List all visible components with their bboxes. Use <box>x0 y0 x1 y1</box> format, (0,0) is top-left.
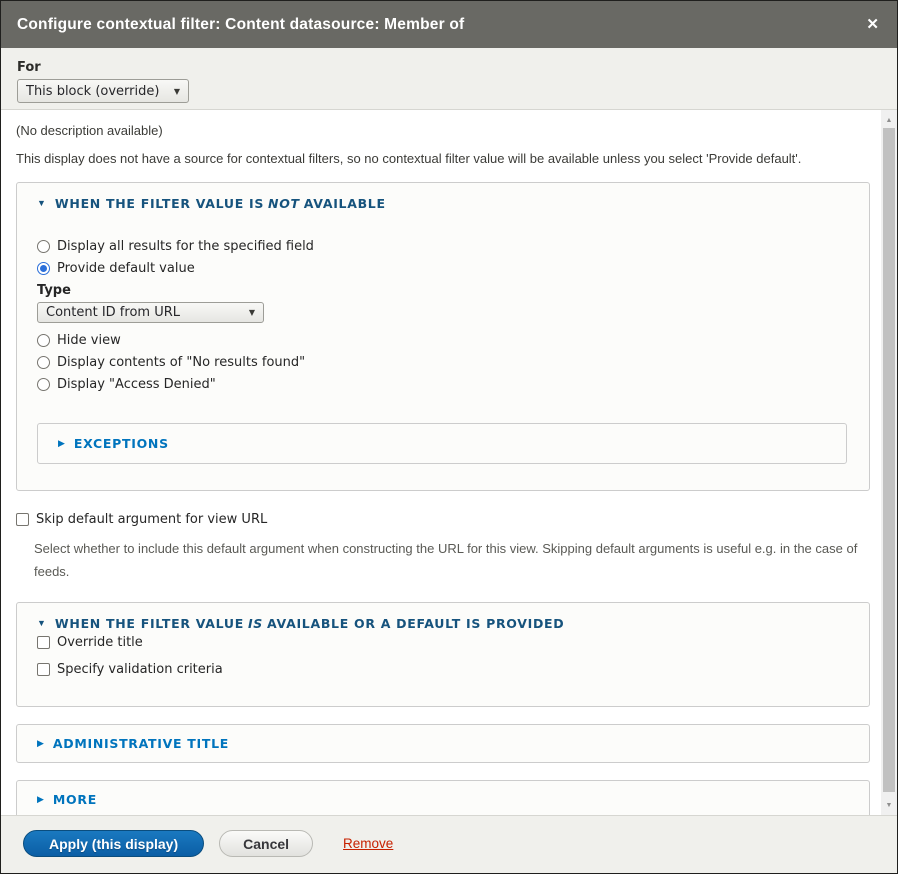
for-section: For This block (override) ▼ <box>1 48 897 110</box>
expand-arrow-icon: ▶ <box>37 795 44 804</box>
validation-criteria-row[interactable]: Specify validation criteria <box>37 658 869 680</box>
skip-default-description: Select whether to include this default a… <box>34 537 860 583</box>
display-note-text: This display does not have a source for … <box>16 151 871 167</box>
fieldset-exceptions-toggle[interactable]: ▶ EXCEPTIONS <box>58 436 846 451</box>
fieldset-administrative-title: ▶ ADMINISTRATIVE TITLE <box>16 724 870 763</box>
collapse-arrow-icon: ▼ <box>37 619 46 628</box>
for-select-value: This block (override) <box>26 84 159 99</box>
close-icon[interactable]: ✕ <box>864 13 881 36</box>
skip-default-row[interactable]: Skip default argument for view URL <box>16 508 871 530</box>
dialog-body: (No description available) This display … <box>1 110 897 815</box>
scroll-down-icon[interactable]: ▼ <box>881 797 897 813</box>
radio-row-display-all[interactable]: Display all results for the specified fi… <box>37 235 869 257</box>
validation-criteria-label[interactable]: Specify validation criteria <box>57 662 223 677</box>
radio-label[interactable]: Display all results for the specified fi… <box>57 239 314 254</box>
fieldset-administrative-title-legend: ADMINISTRATIVE TITLE <box>53 736 229 751</box>
expand-arrow-icon: ▶ <box>37 739 44 748</box>
radio-row-access-denied[interactable]: Display "Access Denied" <box>37 373 869 395</box>
radio-access-denied[interactable] <box>37 378 50 391</box>
override-title-row[interactable]: Override title <box>37 631 869 653</box>
radio-provide-default[interactable] <box>37 262 50 275</box>
radio-row-no-results[interactable]: Display contents of "No results found" <box>37 351 869 373</box>
chevron-down-icon: ▼ <box>174 87 180 96</box>
dialog-titlebar: Configure contextual filter: Content dat… <box>1 1 897 48</box>
for-select[interactable]: This block (override) ▼ <box>17 79 189 103</box>
radio-label[interactable]: Display "Access Denied" <box>57 377 216 392</box>
default-action-radios: Display all results for the specified fi… <box>37 235 869 395</box>
fieldset-more: ▶ MORE <box>16 780 870 815</box>
radio-label[interactable]: Hide view <box>57 333 121 348</box>
no-description-text: (No description available) <box>16 123 871 139</box>
fieldset-exceptions-legend: EXCEPTIONS <box>74 436 169 451</box>
type-select-value: Content ID from URL <box>46 305 180 320</box>
fieldset-administrative-title-toggle[interactable]: ▶ ADMINISTRATIVE TITLE <box>37 736 869 751</box>
override-title-checkbox[interactable] <box>37 636 50 649</box>
override-title-label[interactable]: Override title <box>57 635 143 650</box>
radio-hide-view[interactable] <box>37 334 50 347</box>
type-select[interactable]: Content ID from URL ▼ <box>37 302 264 323</box>
radio-row-provide-default[interactable]: Provide default value <box>37 257 869 279</box>
fieldset-available-legend: WHEN THE FILTER VALUEISAVAILABLE OR A DE… <box>55 616 564 631</box>
validation-criteria-checkbox[interactable] <box>37 663 50 676</box>
expand-arrow-icon: ▶ <box>58 439 65 448</box>
dialog-footer: Apply (this display) Cancel Remove <box>1 815 897 873</box>
scrollbar[interactable]: ▲ ▼ <box>881 110 897 815</box>
scrollbar-thumb[interactable] <box>883 128 895 792</box>
type-label: Type <box>37 283 869 298</box>
contextual-filter-dialog: Configure contextual filter: Content dat… <box>0 0 898 874</box>
skip-default-checkbox[interactable] <box>16 513 29 526</box>
radio-label[interactable]: Display contents of "No results found" <box>57 355 305 370</box>
apply-button[interactable]: Apply (this display) <box>23 830 204 857</box>
dialog-title: Configure contextual filter: Content dat… <box>17 16 864 34</box>
collapse-arrow-icon: ▼ <box>37 199 46 208</box>
cancel-button[interactable]: Cancel <box>219 830 313 857</box>
chevron-down-icon: ▼ <box>249 308 255 317</box>
fieldset-not-available-toggle[interactable]: ▼ WHEN THE FILTER VALUE ISNOTAVAILABLE <box>37 196 869 211</box>
fieldset-available: ▼ WHEN THE FILTER VALUEISAVAILABLE OR A … <box>16 602 870 707</box>
fieldset-exceptions: ▶ EXCEPTIONS <box>37 423 847 464</box>
radio-row-hide-view[interactable]: Hide view <box>37 329 869 351</box>
fieldset-not-available-legend: WHEN THE FILTER VALUE ISNOTAVAILABLE <box>55 196 386 211</box>
scroll-up-icon[interactable]: ▲ <box>881 112 897 128</box>
radio-label[interactable]: Provide default value <box>57 261 195 276</box>
fieldset-available-toggle[interactable]: ▼ WHEN THE FILTER VALUEISAVAILABLE OR A … <box>37 616 869 631</box>
fieldset-more-legend: MORE <box>53 792 97 807</box>
fieldset-not-available: ▼ WHEN THE FILTER VALUE ISNOTAVAILABLE D… <box>16 182 870 491</box>
dialog-body-content: (No description available) This display … <box>1 110 881 815</box>
for-label: For <box>17 60 881 75</box>
radio-display-all[interactable] <box>37 240 50 253</box>
remove-link[interactable]: Remove <box>343 836 393 851</box>
radio-no-results[interactable] <box>37 356 50 369</box>
skip-default-label[interactable]: Skip default argument for view URL <box>36 512 267 527</box>
fieldset-more-toggle[interactable]: ▶ MORE <box>37 792 869 807</box>
